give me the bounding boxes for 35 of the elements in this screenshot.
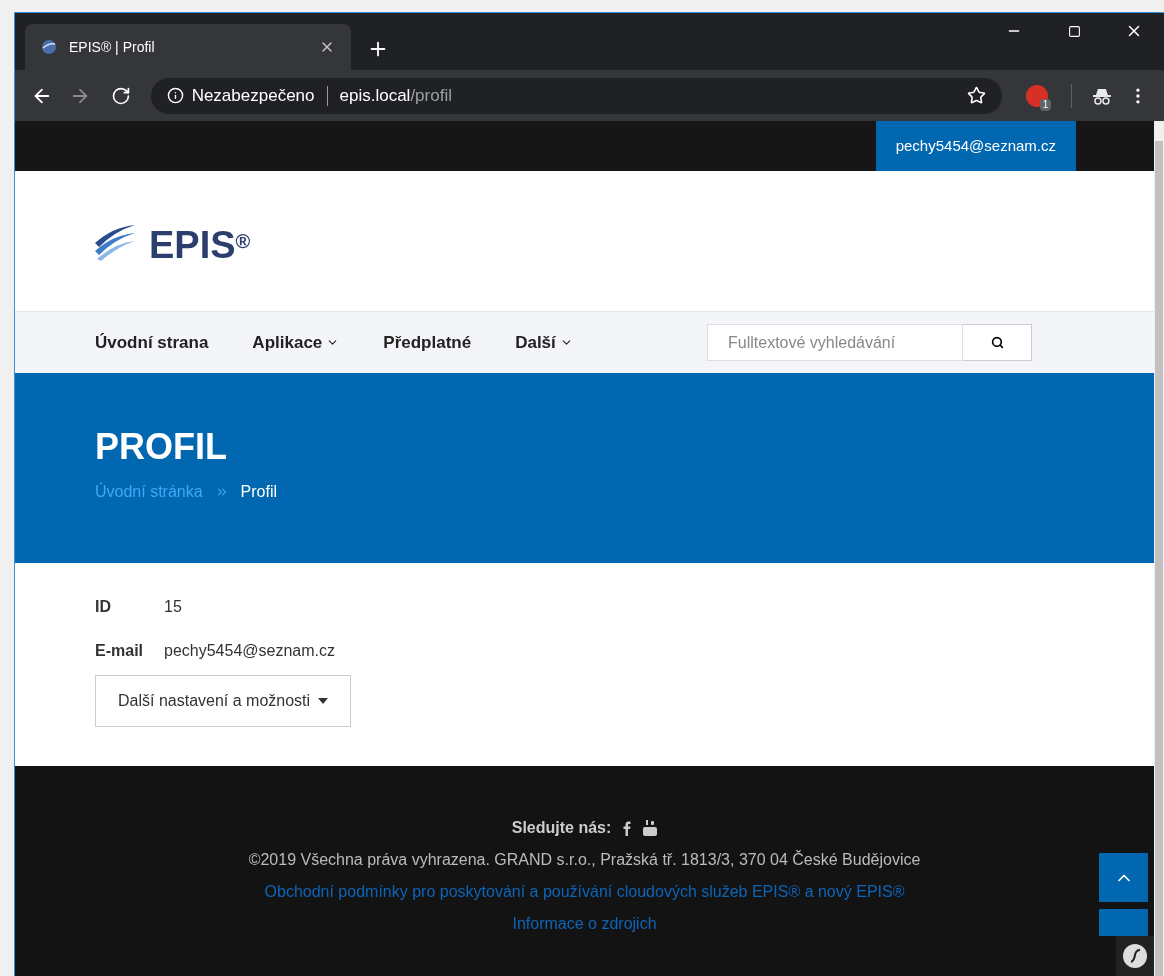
scrollbar[interactable]	[1154, 121, 1164, 976]
security-label: Nezabezpečeno	[191, 84, 315, 107]
field-label: E-mail	[95, 641, 144, 661]
reload-icon[interactable]	[110, 85, 131, 106]
nav-item[interactable]: Úvodní strana	[95, 329, 209, 356]
symfony-toolbar-icon[interactable]	[1116, 936, 1154, 976]
follow-label: Sledujte nás:	[511, 818, 612, 838]
field-label: ID	[95, 597, 112, 617]
search-field[interactable]: Fulltextové vyhledávání	[707, 324, 963, 361]
options-dropdown-button[interactable]: Další nastavení a možnosti	[95, 675, 352, 727]
nav-item[interactable]: Aplikace	[252, 329, 340, 356]
field-value: 15	[164, 597, 182, 617]
info-icon	[166, 87, 184, 104]
copyright-text: ©2019 Všechna práva vyhrazena. GRAND s.r.o., Pražská tř. 1813/3, 370 04 České Budějovice	[248, 849, 921, 870]
bookmark-star-icon[interactable]	[966, 86, 986, 105]
tab-title: EPIS® | Profil	[69, 37, 156, 57]
caret-icon	[318, 698, 329, 704]
search-button[interactable]	[963, 324, 1032, 361]
search-icon	[990, 336, 1004, 349]
maximize-icon[interactable]	[1067, 24, 1081, 38]
nav-item[interactable]: Předplatné	[383, 329, 472, 356]
nav-item[interactable]: Další	[515, 329, 573, 356]
url-text: epis.local/profil	[339, 84, 452, 107]
incognito-icon[interactable]	[1092, 86, 1113, 105]
browser-tab[interactable]: EPIS® | Profil	[25, 24, 351, 70]
extension-icon[interactable]	[1025, 84, 1048, 107]
tab-favicon-icon	[41, 39, 57, 55]
breadcrumb-current: Profil	[240, 482, 278, 502]
address-bar[interactable]: Nezabezpečeno epis.local/profil	[150, 77, 1002, 114]
field-value: pechy5454@seznam.cz	[164, 641, 335, 661]
page-title: PROFIL	[95, 429, 228, 465]
facebook-icon[interactable]	[623, 820, 632, 836]
user-email-link[interactable]: pechy5454@seznam.cz	[875, 121, 1076, 171]
youtube-icon[interactable]	[643, 820, 658, 836]
logo-text: EPIS$^{®}$	[149, 226, 251, 264]
